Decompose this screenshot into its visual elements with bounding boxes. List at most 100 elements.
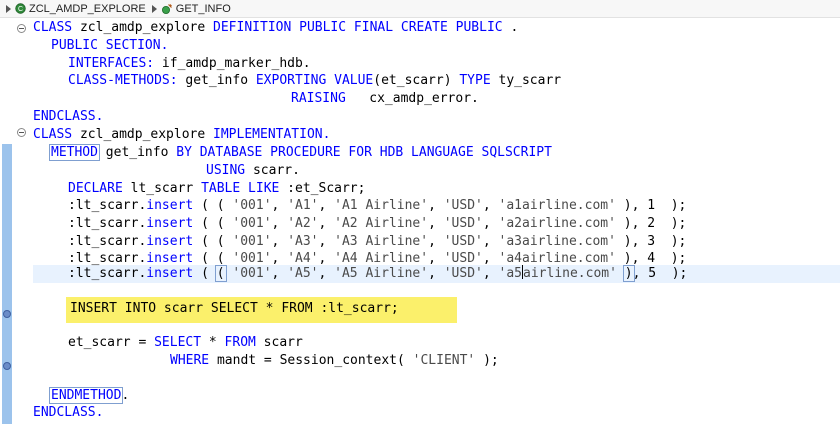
token: insert [146,234,194,249]
token: ty_scarr [490,73,562,88]
code-line-15[interactable]: :lt_scarr.insert ( ( '001', 'A5', 'A5 Ai… [68,265,687,283]
token: , [318,198,335,213]
code-line-10[interactable]: DECLARE lt_scarr TABLE LIKE :et_Scarr; [68,180,365,198]
token: , [271,234,288,249]
method-icon [161,3,172,14]
token: insert [146,266,194,281]
code-line-1[interactable]: CLASS zcl_amdp_explore DEFINITION PUBLIC… [33,19,518,37]
token: RAISING [291,91,346,106]
token: :et_Scarr; [279,181,366,196]
svg-text:C: C [18,6,23,13]
breakpoint-marker-icon[interactable] [3,362,11,370]
token: , [428,251,444,266]
token: '001' [232,198,272,213]
token: , 5 ); [632,266,688,281]
token: 'A4' [287,251,319,266]
token: PUBLIC SECTION. [51,38,169,53]
token: mandt = Session_context( [209,353,413,368]
token: 'A1 Airline' [334,198,429,213]
token: get_info [177,73,256,88]
code-line-20[interactable]: ENDCLASS. [33,404,103,422]
token: :lt_scarr. [68,251,147,266]
change-indicator-bar[interactable] [2,144,12,424]
token: :lt_scarr. [68,216,147,231]
code-line-5[interactable]: RAISING cx_amdp_error. [291,90,479,108]
token: FROM [224,335,256,350]
token: 'A4 Airline' [334,251,429,266]
token: 'USD' [443,216,483,231]
breadcrumb-class[interactable]: C ZCL_AMDP_EXPLORE [15,3,146,15]
token: ), 3 ); [615,234,687,249]
code-line-3[interactable]: INTERFACES: if_amdp_marker_hdb. [68,55,311,73]
token: INTERFACES: [68,56,155,71]
breadcrumb: C ZCL_AMDP_EXPLORE GET_INFO [0,0,840,18]
code-line-13[interactable]: :lt_scarr.insert ( ( '001', 'A3', 'A3 Ai… [68,233,686,251]
token: ); [475,353,499,368]
token: if_amdp_marker_hdb. [154,56,311,71]
token: 'A5 Airline' [334,266,429,281]
code-line-2[interactable]: PUBLIC SECTION. [51,37,168,55]
token: (et_scarr) [373,73,460,88]
token: DECLARE [68,181,123,196]
token: insert [146,251,194,266]
token: METHOD [49,144,100,161]
token: cx_amdp_error. [345,91,479,106]
token: ENDMETHOD [49,387,124,404]
code-line-7[interactable]: CLASS zcl_amdp_explore IMPLEMENTATION. [33,126,330,144]
chevron-right-icon[interactable] [6,4,11,13]
token: insert [146,216,194,231]
token: CLASS-METHODS: [68,73,178,88]
token: , [482,251,499,266]
token: zcl_amdp_explore [72,20,214,35]
token: scarr. [245,163,300,178]
token: ( ( [193,234,233,249]
code-line-19[interactable]: ENDMETHOD. [49,387,129,405]
code-line-11[interactable]: :lt_scarr.insert ( ( '001', 'A1', 'A1 Ai… [68,197,686,215]
token: 'A5' [287,266,319,281]
token: EXPORTING VALUE [255,73,374,88]
abap-class-icon: C [15,3,26,14]
token: ENDCLASS. [33,109,104,124]
chevron-right-icon[interactable] [151,4,157,13]
token: , [428,266,444,281]
code-line-9[interactable]: USING scarr. [206,162,300,180]
fold-toggle-icon[interactable] [17,24,26,33]
token: 'A2 Airline' [334,216,429,231]
token: CLASS [33,127,73,142]
token: 'A1' [287,198,319,213]
code-line-17[interactable]: et_scarr = SELECT * FROM scarr [68,334,303,352]
token: , [482,234,499,249]
token: ), 2 ); [615,216,687,231]
token: , [482,266,499,281]
breadcrumb-method[interactable]: GET_INFO [161,3,231,15]
token: , [271,198,288,213]
code-line-8[interactable]: METHOD get_info BY DATABASE PROCEDURE FO… [49,144,552,162]
code-line-16[interactable]: INSERT INTO scarr SELECT * FROM :lt_scar… [70,300,399,318]
token: ENDCLASS. [33,405,104,420]
token: , [428,198,444,213]
token: TYPE [459,73,491,88]
token: '001' [232,251,272,266]
token: 'a2airline.com' [498,216,616,231]
code-line-4[interactable]: CLASS-METHODS: get_info EXPORTING VALUE(… [68,72,561,90]
token: 'USD' [443,266,483,281]
token: , [428,216,444,231]
code-line-18[interactable]: WHERE mandt = Session_context( 'CLIENT' … [170,352,499,370]
code-line-12[interactable]: :lt_scarr.insert ( ( '001', 'A2', 'A2 Ai… [68,215,686,233]
token: , [482,198,499,213]
token: :lt_scarr. [68,266,147,281]
token: , [318,266,335,281]
token: WHERE [170,353,210,368]
token: ), 4 ); [615,251,687,266]
fold-toggle-icon[interactable] [17,128,26,137]
token: insert [146,198,194,213]
token: , [271,251,288,266]
token: lt_scarr [122,181,202,196]
token: zcl_amdp_explore [72,127,214,142]
token: 'CLIENT' [412,353,476,368]
token: '001' [232,266,272,281]
token: 'a4airline.com' [498,251,616,266]
breakpoint-marker-icon[interactable] [3,310,11,318]
token: DEFINITION PUBLIC FINAL CREATE PUBLIC [213,20,503,35]
code-line-6[interactable]: ENDCLASS. [33,108,103,126]
